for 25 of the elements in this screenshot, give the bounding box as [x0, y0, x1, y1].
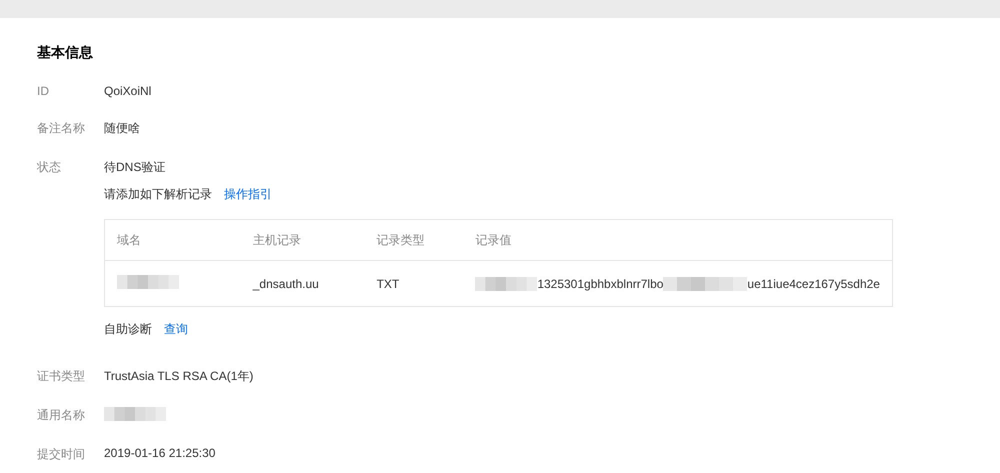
column-header: 域名: [104, 220, 241, 260]
field-value: 2019-01-16 21:25:30: [104, 446, 216, 462]
field-value: TrustAsia TLS RSA CA(1年): [104, 368, 254, 385]
field-label: 状态: [37, 159, 62, 176]
query-link[interactable]: 查询: [164, 321, 188, 338]
record-value-text: 1325301gbhbxblnrr7lbo: [537, 276, 664, 290]
column-header: 记录类型: [364, 220, 464, 260]
field-value: QoiXoiNl: [104, 84, 152, 98]
field-label: 提交时间: [37, 446, 86, 463]
guide-link[interactable]: 操作指引: [224, 186, 272, 203]
table-cell: TXT: [364, 260, 464, 306]
hint-text: 请添加如下解析记录: [104, 186, 212, 203]
field-label: 备注名称: [37, 120, 86, 137]
record-value-text: ue11iue4cez167y5sdh2e: [747, 276, 880, 290]
section-title: 基本信息: [37, 44, 94, 62]
field-value: 随便啥: [104, 120, 140, 137]
table-cell: _dnsauth.uu: [240, 260, 365, 306]
status-text: 待DNS验证: [104, 159, 166, 176]
field-label: 证书类型: [37, 368, 86, 385]
redacted-mosaic: [475, 276, 538, 290]
column-header: 记录值: [463, 220, 892, 260]
field-label: 通用名称: [37, 407, 86, 424]
diagnose-text: 自助诊断: [104, 321, 152, 338]
column-header: 主机记录: [240, 220, 365, 260]
field-label: ID: [37, 84, 50, 98]
